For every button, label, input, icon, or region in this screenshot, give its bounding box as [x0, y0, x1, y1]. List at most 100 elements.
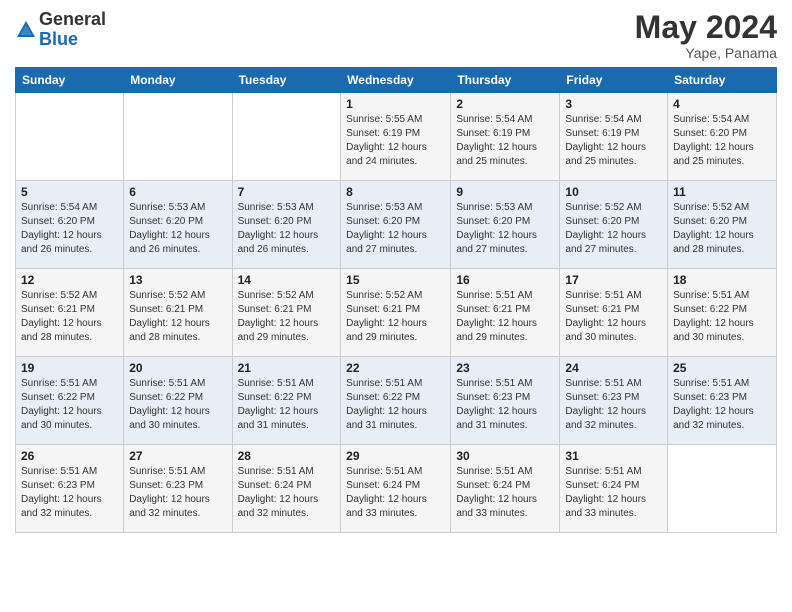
day-number: 19 [21, 361, 118, 375]
day-info: Sunrise: 5:54 AM Sunset: 6:19 PM Dayligh… [565, 113, 662, 169]
day-info: Sunrise: 5:51 AM Sunset: 6:24 PM Dayligh… [346, 465, 445, 521]
calendar-cell: 10 Sunrise: 5:52 AM Sunset: 6:20 PM Dayli… [560, 181, 668, 269]
calendar-table: Sunday Monday Tuesday Wednesday Thursday… [15, 67, 777, 533]
day-info: Sunrise: 5:51 AM Sunset: 6:24 PM Dayligh… [565, 465, 662, 521]
day-info: Sunrise: 5:54 AM Sunset: 6:20 PM Dayligh… [673, 113, 771, 169]
day-info: Sunrise: 5:51 AM Sunset: 6:23 PM Dayligh… [673, 377, 771, 433]
day-info: Sunrise: 5:54 AM Sunset: 6:20 PM Dayligh… [21, 201, 118, 257]
calendar-cell: 11 Sunrise: 5:52 AM Sunset: 6:20 PM Dayli… [668, 181, 777, 269]
calendar-cell: 23 Sunrise: 5:51 AM Sunset: 6:23 PM Dayli… [451, 357, 560, 445]
calendar-body: 1 Sunrise: 5:55 AM Sunset: 6:19 PM Daylig… [16, 93, 777, 533]
day-number: 5 [21, 185, 118, 199]
day-info: Sunrise: 5:53 AM Sunset: 6:20 PM Dayligh… [238, 201, 336, 257]
day-info: Sunrise: 5:51 AM Sunset: 6:22 PM Dayligh… [21, 377, 118, 433]
calendar-cell: 30Sunrise: 5:51 AM Sunset: 6:24 PM Dayli… [451, 445, 560, 533]
calendar-cell: 28 Sunrise: 5:51 AM Sunset: 6:24 PM Dayli… [232, 445, 341, 533]
day-number: 24 [565, 361, 662, 375]
day-number: 12 [21, 273, 118, 287]
day-info: Sunrise: 5:52 AM Sunset: 6:21 PM Dayligh… [346, 289, 445, 345]
day-info: Sunrise: 5:51 AM Sunset: 6:23 PM Dayligh… [21, 465, 118, 521]
week-row-2: 12 Sunrise: 5:52 AM Sunset: 6:21 PM Dayli… [16, 269, 777, 357]
day-info: Sunrise: 5:51 AM Sunset: 6:22 PM Dayligh… [238, 377, 336, 433]
day-number: 4 [673, 97, 771, 111]
calendar-cell: 6 Sunrise: 5:53 AM Sunset: 6:20 PM Daylig… [124, 181, 232, 269]
day-number: 11 [673, 185, 771, 199]
calendar-cell: 9 Sunrise: 5:53 AM Sunset: 6:20 PM Daylig… [451, 181, 560, 269]
calendar-cell: 13Sunrise: 5:52 AM Sunset: 6:21 PM Dayli… [124, 269, 232, 357]
calendar-cell: 29 Sunrise: 5:51 AM Sunset: 6:24 PM Dayli… [341, 445, 451, 533]
calendar-cell: 21Sunrise: 5:51 AM Sunset: 6:22 PM Dayli… [232, 357, 341, 445]
day-number: 27 [129, 449, 226, 463]
day-info: Sunrise: 5:55 AM Sunset: 6:19 PM Dayligh… [346, 113, 445, 169]
day-number: 28 [238, 449, 336, 463]
day-number: 2 [456, 97, 554, 111]
header-monday: Monday [124, 68, 232, 93]
calendar-cell: 24Sunrise: 5:51 AM Sunset: 6:23 PM Dayli… [560, 357, 668, 445]
day-number: 9 [456, 185, 554, 199]
day-number: 8 [346, 185, 445, 199]
calendar-cell: 27Sunrise: 5:51 AM Sunset: 6:23 PM Dayli… [124, 445, 232, 533]
day-number: 31 [565, 449, 662, 463]
header-row: Sunday Monday Tuesday Wednesday Thursday… [16, 68, 777, 93]
day-info: Sunrise: 5:52 AM Sunset: 6:20 PM Dayligh… [565, 201, 662, 257]
header-thursday: Thursday [451, 68, 560, 93]
day-info: Sunrise: 5:51 AM Sunset: 6:21 PM Dayligh… [565, 289, 662, 345]
day-number: 20 [129, 361, 226, 375]
day-number: 25 [673, 361, 771, 375]
day-number: 30 [456, 449, 554, 463]
day-number: 10 [565, 185, 662, 199]
calendar-cell [668, 445, 777, 533]
calendar-header: Sunday Monday Tuesday Wednesday Thursday… [16, 68, 777, 93]
day-number: 6 [129, 185, 226, 199]
day-number: 1 [346, 97, 445, 111]
day-info: Sunrise: 5:51 AM Sunset: 6:22 PM Dayligh… [673, 289, 771, 345]
day-info: Sunrise: 5:51 AM Sunset: 6:22 PM Dayligh… [129, 377, 226, 433]
calendar-cell [16, 93, 124, 181]
header-friday: Friday [560, 68, 668, 93]
week-row-4: 26 Sunrise: 5:51 AM Sunset: 6:23 PM Dayli… [16, 445, 777, 533]
day-info: Sunrise: 5:51 AM Sunset: 6:22 PM Dayligh… [346, 377, 445, 433]
logo-text: General Blue [39, 10, 106, 50]
logo-blue: Blue [39, 30, 106, 50]
day-number: 22 [346, 361, 445, 375]
calendar-cell: 16Sunrise: 5:51 AM Sunset: 6:21 PM Dayli… [451, 269, 560, 357]
calendar-cell: 26 Sunrise: 5:51 AM Sunset: 6:23 PM Dayli… [16, 445, 124, 533]
day-info: Sunrise: 5:53 AM Sunset: 6:20 PM Dayligh… [129, 201, 226, 257]
day-info: Sunrise: 5:51 AM Sunset: 6:24 PM Dayligh… [238, 465, 336, 521]
calendar-cell [232, 93, 341, 181]
day-number: 18 [673, 273, 771, 287]
calendar-cell: 19 Sunrise: 5:51 AM Sunset: 6:22 PM Dayli… [16, 357, 124, 445]
header-sunday: Sunday [16, 68, 124, 93]
day-info: Sunrise: 5:51 AM Sunset: 6:23 PM Dayligh… [456, 377, 554, 433]
day-info: Sunrise: 5:52 AM Sunset: 6:21 PM Dayligh… [21, 289, 118, 345]
week-row-1: 5 Sunrise: 5:54 AM Sunset: 6:20 PM Daylig… [16, 181, 777, 269]
day-info: Sunrise: 5:52 AM Sunset: 6:21 PM Dayligh… [238, 289, 336, 345]
day-number: 3 [565, 97, 662, 111]
header-saturday: Saturday [668, 68, 777, 93]
day-info: Sunrise: 5:54 AM Sunset: 6:19 PM Dayligh… [456, 113, 554, 169]
calendar-cell: 25 Sunrise: 5:51 AM Sunset: 6:23 PM Dayli… [668, 357, 777, 445]
calendar-cell: 31 Sunrise: 5:51 AM Sunset: 6:24 PM Dayli… [560, 445, 668, 533]
day-number: 29 [346, 449, 445, 463]
title-block: May 2024 Yape, Panama [635, 10, 777, 61]
day-number: 23 [456, 361, 554, 375]
day-number: 16 [456, 273, 554, 287]
logo-icon [15, 19, 37, 41]
calendar-cell: 1 Sunrise: 5:55 AM Sunset: 6:19 PM Daylig… [341, 93, 451, 181]
calendar-cell: 14Sunrise: 5:52 AM Sunset: 6:21 PM Dayli… [232, 269, 341, 357]
header-wednesday: Wednesday [341, 68, 451, 93]
day-number: 13 [129, 273, 226, 287]
day-number: 26 [21, 449, 118, 463]
logo: General Blue [15, 10, 106, 50]
day-info: Sunrise: 5:52 AM Sunset: 6:20 PM Dayligh… [673, 201, 771, 257]
calendar-cell: 17 Sunrise: 5:51 AM Sunset: 6:21 PM Dayli… [560, 269, 668, 357]
calendar-cell: 2 Sunrise: 5:54 AM Sunset: 6:19 PM Daylig… [451, 93, 560, 181]
week-row-3: 19 Sunrise: 5:51 AM Sunset: 6:22 PM Dayli… [16, 357, 777, 445]
day-number: 17 [565, 273, 662, 287]
location: Yape, Panama [635, 45, 777, 61]
calendar-cell: 8Sunrise: 5:53 AM Sunset: 6:20 PM Daylig… [341, 181, 451, 269]
day-info: Sunrise: 5:53 AM Sunset: 6:20 PM Dayligh… [456, 201, 554, 257]
calendar-cell: 3 Sunrise: 5:54 AM Sunset: 6:19 PM Daylig… [560, 93, 668, 181]
calendar-cell: 7Sunrise: 5:53 AM Sunset: 6:20 PM Daylig… [232, 181, 341, 269]
calendar-cell: 20 Sunrise: 5:51 AM Sunset: 6:22 PM Dayli… [124, 357, 232, 445]
